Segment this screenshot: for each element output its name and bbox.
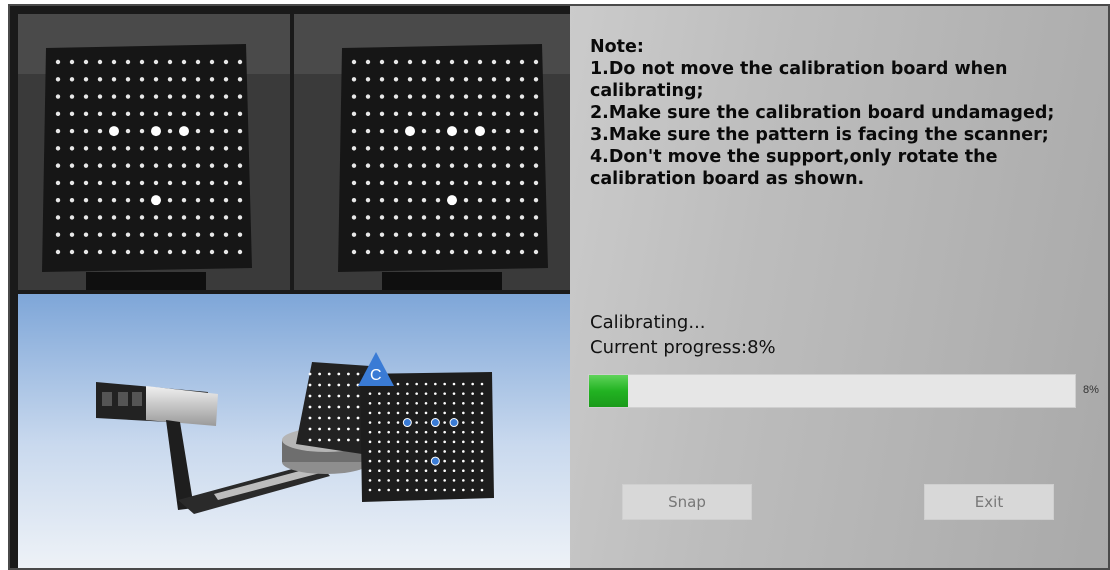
calibration-status: Calibrating... Current progress:8% bbox=[590, 310, 776, 360]
calibrating-label: Calibrating... bbox=[590, 312, 706, 333]
right-camera-view bbox=[294, 14, 570, 290]
note-item-2: 2.Make sure the calibration board undama… bbox=[590, 103, 1055, 123]
note-item-3: 3.Make sure the pattern is facing the sc… bbox=[590, 125, 1049, 145]
progress-percent-label: 8% bbox=[1083, 384, 1099, 396]
note-item-1: 1.Do not move the calibration board when… bbox=[590, 59, 1008, 101]
progress-bar bbox=[588, 374, 1076, 408]
snap-button[interactable]: Snap bbox=[622, 484, 752, 520]
svg-text:C: C bbox=[370, 367, 382, 384]
calibration-notes: Note: 1.Do not move the calibration boar… bbox=[590, 36, 1100, 190]
left-camera-view bbox=[18, 14, 290, 290]
progress-bar-fill bbox=[589, 375, 628, 407]
scanner-setup-illustration: C bbox=[18, 294, 570, 568]
notes-heading: Note: bbox=[590, 37, 644, 57]
calibration-window: C Note: 1.Do not move the calibration bo… bbox=[8, 4, 1110, 570]
note-item-4: 4.Don't move the support,only rotate the… bbox=[590, 147, 998, 189]
exit-button[interactable]: Exit bbox=[924, 484, 1054, 520]
current-progress-label: Current progress:8% bbox=[590, 337, 776, 358]
camera-views-panel: C bbox=[10, 6, 570, 568]
